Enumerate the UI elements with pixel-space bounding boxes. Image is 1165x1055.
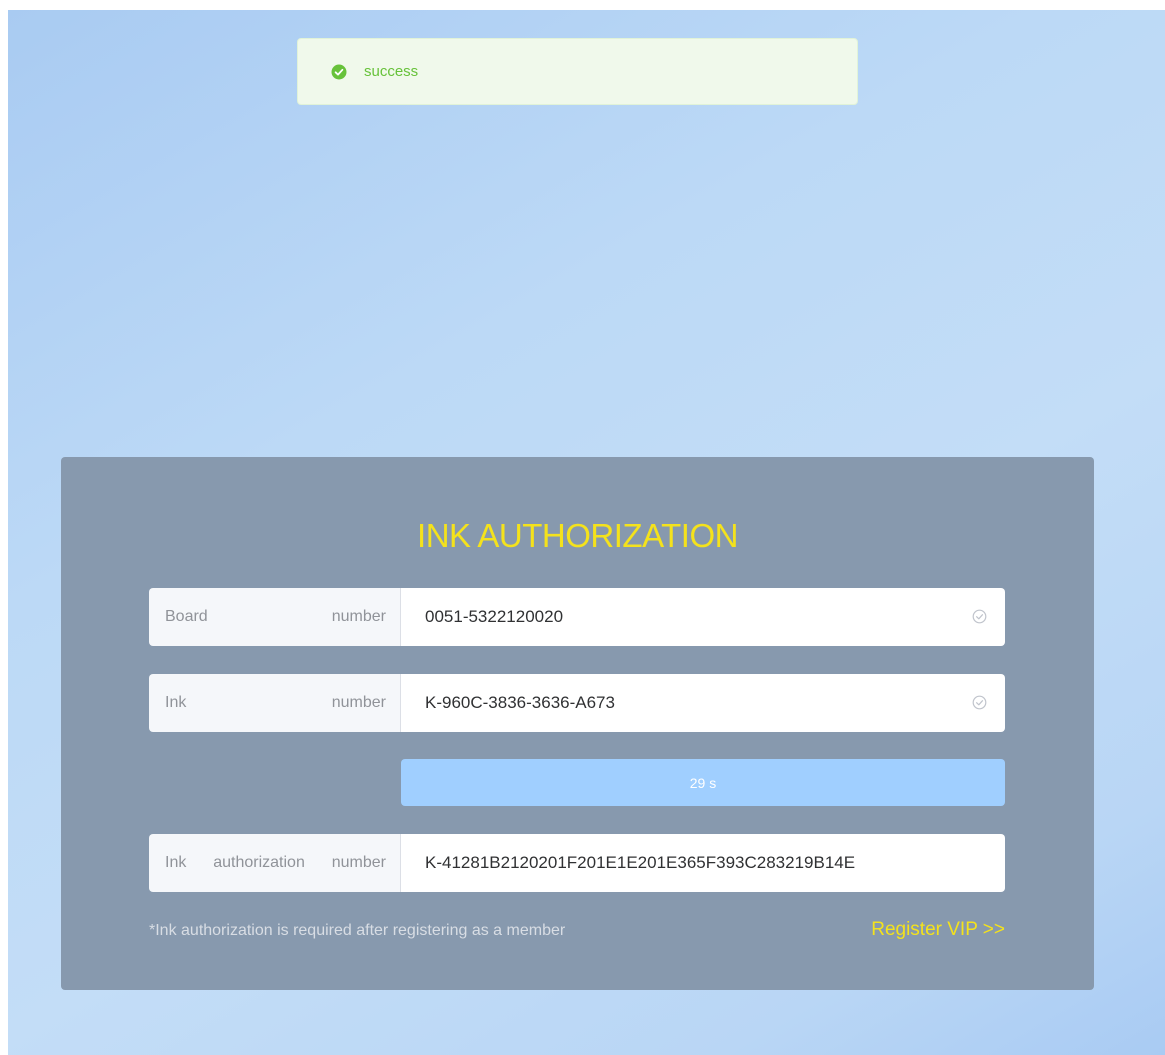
registration-note: *Ink authorization is required after reg… (149, 922, 566, 939)
ink-authorization-number-input[interactable]: K-41281B2120201F201E1E201E365F393C283219… (401, 834, 1005, 892)
auth-label-authorization: authorization (213, 854, 305, 871)
ink-authorization-panel: INK AUTHORIZATION Board number 0051-5322… (61, 457, 1094, 990)
auth-label-number: number (331, 854, 386, 871)
board-number-label: Board number (149, 588, 401, 646)
ink-number-value: K-960C-3836-3636-A673 (425, 693, 615, 712)
ink-authorization-number-value: K-41281B2120201F201E1E201E365F393C283219… (425, 853, 856, 872)
board-number-value: 0051-5322120020 (425, 607, 564, 626)
countdown-button[interactable]: 29 s (401, 759, 1005, 806)
success-check-circle-icon (331, 64, 347, 80)
board-number-field: Board number 0051-5322120020 (149, 588, 1005, 646)
ink-authorization-number-label: Ink authorization number (149, 834, 401, 892)
register-vip-link[interactable]: Register VIP >> (871, 919, 1005, 941)
ink-number-label: Ink number (149, 674, 401, 732)
auth-label-ink: Ink (165, 854, 187, 871)
ink-number-input[interactable]: K-960C-3836-3636-A673 (401, 674, 1005, 732)
ink-label-word: Ink (165, 694, 187, 711)
board-number-input[interactable]: 0051-5322120020 (401, 588, 1005, 646)
ink-authorization-number-field: Ink authorization number K-41281B2120201… (149, 834, 1005, 892)
toast-message: success (364, 63, 419, 80)
panel-title: INK AUTHORIZATION (417, 517, 738, 554)
board-label-number: number (331, 608, 386, 625)
ink-label-number: number (331, 694, 386, 711)
valid-check-icon (972, 609, 987, 624)
valid-check-icon (972, 695, 987, 710)
ink-number-field: Ink number K-960C-3836-3636-A673 (149, 674, 1005, 732)
board-label-word: Board (165, 608, 208, 625)
success-toast: success (297, 38, 858, 105)
